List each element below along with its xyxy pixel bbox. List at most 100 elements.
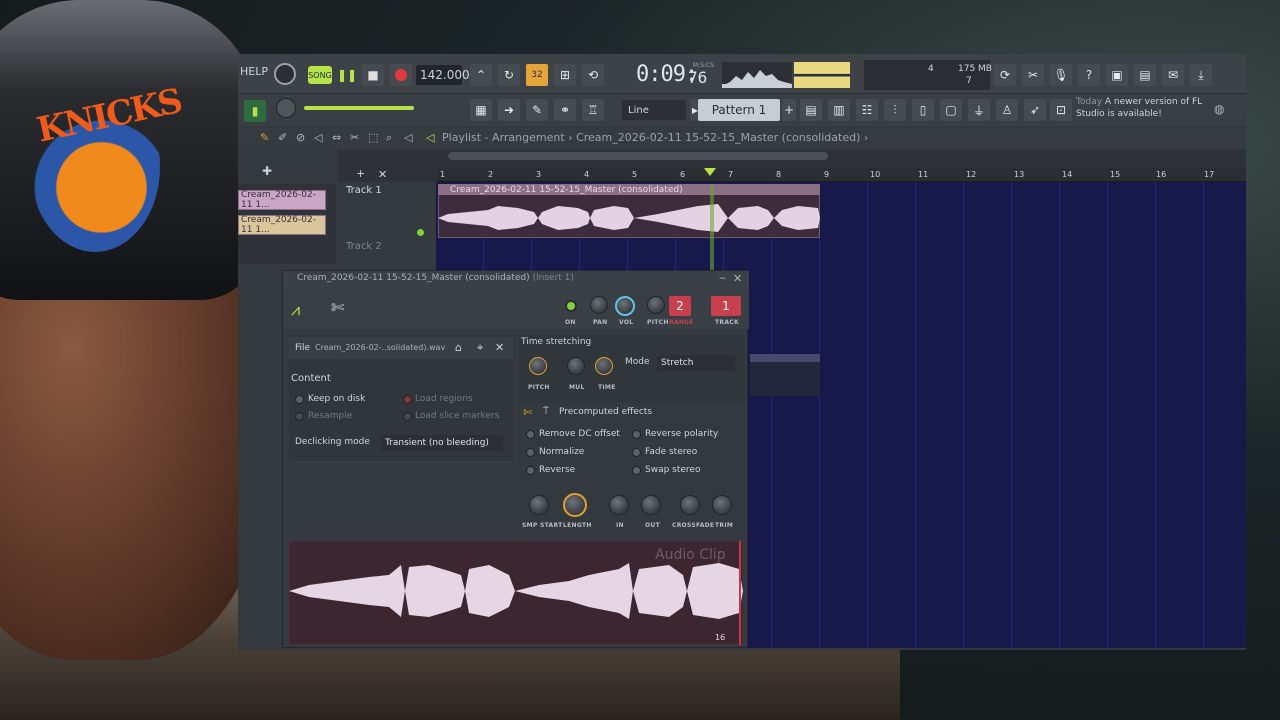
- crossfade-knob[interactable]: [680, 495, 700, 515]
- fade-out-knob[interactable]: [641, 495, 661, 515]
- news-panel[interactable]: Today A newer version of FL Studio is av…: [1076, 96, 1206, 120]
- info-icon[interactable]: ⍑: [543, 406, 549, 417]
- trim-knob[interactable]: [712, 495, 732, 515]
- minimize-icon[interactable]: ‒: [719, 271, 726, 284]
- stamp-icon[interactable]: ♖: [582, 99, 604, 121]
- keep-on-disk-toggle[interactable]: [295, 395, 304, 404]
- save-icon[interactable]: ▣: [1106, 64, 1128, 86]
- undo-icon[interactable]: ⟳: [994, 64, 1016, 86]
- pan-knob[interactable]: [590, 296, 608, 314]
- pitch-range-value[interactable]: 2: [669, 296, 691, 316]
- pause-icon[interactable]: ❚❚: [336, 64, 358, 86]
- microphone-icon[interactable]: 🎙: [1050, 64, 1072, 86]
- piano-roll-icon[interactable]: ▤: [800, 99, 822, 121]
- step-edit-icon[interactable]: ⊞: [554, 64, 576, 86]
- on-toggle[interactable]: [565, 300, 577, 312]
- export-icon[interactable]: ▤: [1134, 64, 1156, 86]
- wait-input-icon[interactable]: ↻: [498, 64, 520, 86]
- waveform-add-icon[interactable]: ✚: [262, 164, 272, 178]
- waveform-tab-icon[interactable]: ⩘: [291, 300, 300, 320]
- pencil-tool-icon[interactable]: ✎: [260, 131, 269, 144]
- load-regions-toggle[interactable]: [403, 395, 412, 404]
- stretch-mul-knob[interactable]: [567, 357, 585, 375]
- master-pitch-knob[interactable]: [274, 63, 296, 85]
- swap-stereo-toggle[interactable]: [632, 466, 641, 475]
- person-icon[interactable]: ♙: [996, 99, 1018, 121]
- volume-knob[interactable]: [615, 296, 635, 316]
- tempo-display[interactable]: 142.000: [416, 65, 470, 85]
- fade-stereo-toggle[interactable]: [632, 448, 641, 457]
- mute-tool-icon[interactable]: ◁: [314, 131, 322, 144]
- timeline-ruler[interactable]: 1 2 3 4 5 6 7 8 9 10 11 12 13 14 15 16 1…: [438, 168, 1246, 182]
- track-2-label[interactable]: Track 2: [346, 241, 382, 252]
- download-icon[interactable]: ⤓: [1190, 64, 1212, 86]
- pitch-knob[interactable]: [647, 296, 665, 314]
- chat-icon[interactable]: ✉: [1162, 64, 1184, 86]
- track-1-mute-led[interactable]: [417, 229, 424, 236]
- slice-tool-icon[interactable]: ✂: [350, 131, 359, 144]
- add-track-icon[interactable]: +: [356, 167, 365, 180]
- snap-selector[interactable]: Line: [622, 100, 686, 120]
- locate-icon[interactable]: ⌖: [477, 341, 483, 355]
- pencil-icon[interactable]: ✎: [526, 99, 548, 121]
- close-icon[interactable]: ✕: [733, 272, 742, 285]
- close-track-icon[interactable]: ✕: [378, 168, 387, 181]
- stretch-mode-select[interactable]: Stretch: [657, 355, 735, 371]
- fade-in-knob[interactable]: [609, 495, 629, 515]
- help-menu[interactable]: HELP: [240, 65, 268, 78]
- clear-file-icon[interactable]: ✕: [495, 341, 504, 354]
- pattern-clip[interactable]: [750, 354, 820, 396]
- brush-tool-icon[interactable]: ✐: [278, 131, 287, 144]
- resample-toggle[interactable]: [295, 412, 304, 421]
- bird-icon[interactable]: ➶: [1024, 99, 1046, 121]
- loop-record-icon[interactable]: ⟲: [582, 64, 604, 86]
- reverse-toggle[interactable]: [526, 466, 535, 475]
- channel-rack-icon[interactable]: ▥: [828, 99, 850, 121]
- mixer-track-value[interactable]: 1: [711, 296, 741, 316]
- mixer-icon[interactable]: ☷: [856, 99, 878, 121]
- stop-icon[interactable]: ■: [362, 64, 384, 86]
- reverse-polarity-toggle[interactable]: [632, 430, 641, 439]
- length-knob[interactable]: [563, 493, 587, 517]
- countdown-icon[interactable]: 32: [526, 64, 548, 86]
- picker-clip[interactable]: Cream_2026-02-11 1...: [238, 190, 326, 210]
- playhead-marker[interactable]: [704, 168, 716, 176]
- zoom-tool-icon[interactable]: ⌕: [386, 131, 392, 145]
- wrench-tab-icon[interactable]: ✄: [331, 298, 344, 317]
- plugin-icon[interactable]: ▯: [912, 99, 934, 121]
- select-tool-icon[interactable]: ⬚: [368, 131, 378, 144]
- playback-tool-icon[interactable]: ◁: [404, 131, 412, 144]
- playlist-icon[interactable]: ▦: [470, 99, 492, 121]
- track-1-label[interactable]: Track 1: [346, 185, 382, 196]
- plug-icon[interactable]: ⏚: [968, 99, 990, 121]
- master-volume-knob[interactable]: [276, 98, 296, 118]
- stretch-time-knob[interactable]: [595, 357, 613, 375]
- remove-dc-toggle[interactable]: [526, 430, 535, 439]
- song-mode-button[interactable]: SONG: [308, 66, 332, 84]
- file-name[interactable]: Cream_2026-02-..solidated).wav: [315, 343, 445, 352]
- declicking-mode-select[interactable]: Transient (no bleeding): [381, 435, 503, 451]
- link-icon[interactable]: ⚭: [554, 99, 576, 121]
- playlist-breadcrumb-clip[interactable]: Cream_2026-02-11 15-52-15_Master (consol…: [576, 131, 860, 144]
- load-slice-markers-toggle[interactable]: [403, 412, 412, 421]
- slip-tool-icon[interactable]: ⇔: [332, 131, 341, 144]
- normalize-toggle[interactable]: [526, 448, 535, 457]
- browser-icon[interactable]: ⫶: [884, 99, 906, 121]
- metering-icon[interactable]: ▮: [244, 100, 266, 122]
- delete-tool-icon[interactable]: ⊘: [296, 131, 305, 144]
- picker-clip[interactable]: Cream_2026-02-11 1...: [238, 215, 326, 235]
- record-button[interactable]: [390, 64, 412, 86]
- add-pattern-icon[interactable]: +: [782, 99, 796, 121]
- horizontal-scrollbar[interactable]: [448, 152, 828, 160]
- file-icon[interactable]: ▢: [940, 99, 962, 121]
- cart-icon[interactable]: ⊡: [1050, 99, 1072, 121]
- pattern-selector[interactable]: Pattern 1: [698, 99, 780, 121]
- folder-icon[interactable]: ⌂: [455, 341, 462, 354]
- globe-icon[interactable]: ◍: [1214, 102, 1224, 116]
- help-icon[interactable]: ?: [1078, 64, 1100, 86]
- metronome-icon[interactable]: ⌃: [470, 64, 492, 86]
- master-volume-slider[interactable]: [304, 106, 414, 110]
- arrow-icon[interactable]: ➜: [498, 99, 520, 121]
- sample-start-knob[interactable]: [529, 495, 549, 515]
- stretch-pitch-knob[interactable]: [529, 357, 547, 375]
